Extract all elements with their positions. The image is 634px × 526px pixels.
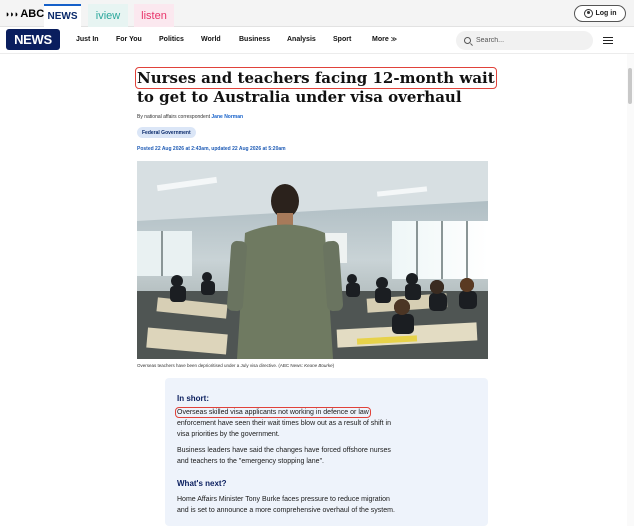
news-logo-text: NEWS [14,32,52,47]
abc-logo[interactable]: ◗◗◗ ABC [5,8,44,20]
summary-paragraph-2: Business leaders have said the changes h… [177,445,467,467]
headline-rest-text: to get to Australia under visa overhaul [137,88,462,106]
summary-p2-line1: Business leaders have said the changes h… [177,447,391,454]
byline: By national affairs correspondent Jane N… [137,114,243,120]
search-icon [464,37,471,44]
nav-for-you[interactable]: For You [116,36,142,43]
login-button[interactable]: Log in [574,5,626,22]
caption-credit: Keane Bourke [304,363,333,368]
main-nav: NEWS Just In For You Politics World Busi… [0,27,634,54]
abc-wave-icon: ◗◗◗ [5,9,19,19]
in-short-summary: In short: Overseas skilled visa applican… [165,378,488,526]
search-input[interactable] [476,37,586,44]
topic-tag[interactable]: Federal Government [137,127,196,138]
tab-news[interactable]: NEWS [44,4,81,27]
nav-more[interactable]: More ≫ [372,36,397,43]
summary-paragraph-3: Home Affairs Minister Tony Burke faces p… [177,494,467,516]
nav-world[interactable]: World [201,36,221,43]
summary-p3-line1: Home Affairs Minister Tony Burke faces p… [177,496,390,503]
tab-iview-label: iview [95,9,121,22]
whats-next-heading: What's next? [177,479,227,488]
scrollbar-thumb[interactable] [628,68,632,104]
hero-image [137,161,488,359]
image-caption: Overseas teachers have been deprioritise… [137,363,334,368]
abc-logo-text: ABC [20,8,45,20]
menu-icon[interactable] [603,37,613,45]
in-short-heading: In short: [177,394,209,403]
nav-analysis[interactable]: Analysis [287,36,316,43]
caption-end: ) [332,363,335,368]
summary-paragraph-1: Overseas skilled visa applicants not wor… [175,407,467,440]
nav-just-in[interactable]: Just In [76,36,99,43]
nav-politics[interactable]: Politics [159,36,184,43]
tab-listen[interactable]: listen [134,4,174,27]
dateline: Posted 22 Aug 2026 at 2:43am, updated 22… [137,146,286,152]
classroom-photo [137,161,488,359]
search-box[interactable] [456,31,593,50]
top-network-bar: ◗◗◗ ABC NEWS iview listen Log in [0,0,634,27]
nav-sport[interactable]: Sport [333,36,351,43]
login-label: Log in [595,10,617,17]
byline-prefix: By national affairs correspondent [137,114,212,120]
author-link[interactable]: Jane Norman [211,114,243,120]
summary-p3-line2: and is set to announce a more comprehens… [177,507,395,514]
caption-text: Overseas teachers have been deprioritise… [137,363,305,368]
tab-news-label: NEWS [47,11,78,22]
summary-p1-line2: enforcement have seen their wait times b… [177,420,391,427]
abc-news-logo[interactable]: NEWS [6,29,60,50]
summary-highlighted-text: Overseas skilled visa applicants not wor… [175,407,371,418]
topic-tag-label: Federal Government [142,129,191,136]
tab-iview[interactable]: iview [88,4,128,27]
tab-listen-label: listen [141,9,167,22]
user-icon [583,9,593,18]
nav-more-label: More [372,36,389,43]
summary-p2-line2: and teachers to the "emergency stopping … [177,458,325,465]
page-scrollbar[interactable] [627,54,634,526]
nav-business[interactable]: Business [239,36,270,43]
article-headline: Nurses and teachers facing 12-month wait… [135,67,497,107]
chevron-down-icon: ≫ [390,37,397,43]
headline-highlighted-text: Nurses and teachers facing 12-month wait [135,67,497,89]
summary-p1-line3: visa priorities by the government. [177,431,280,438]
